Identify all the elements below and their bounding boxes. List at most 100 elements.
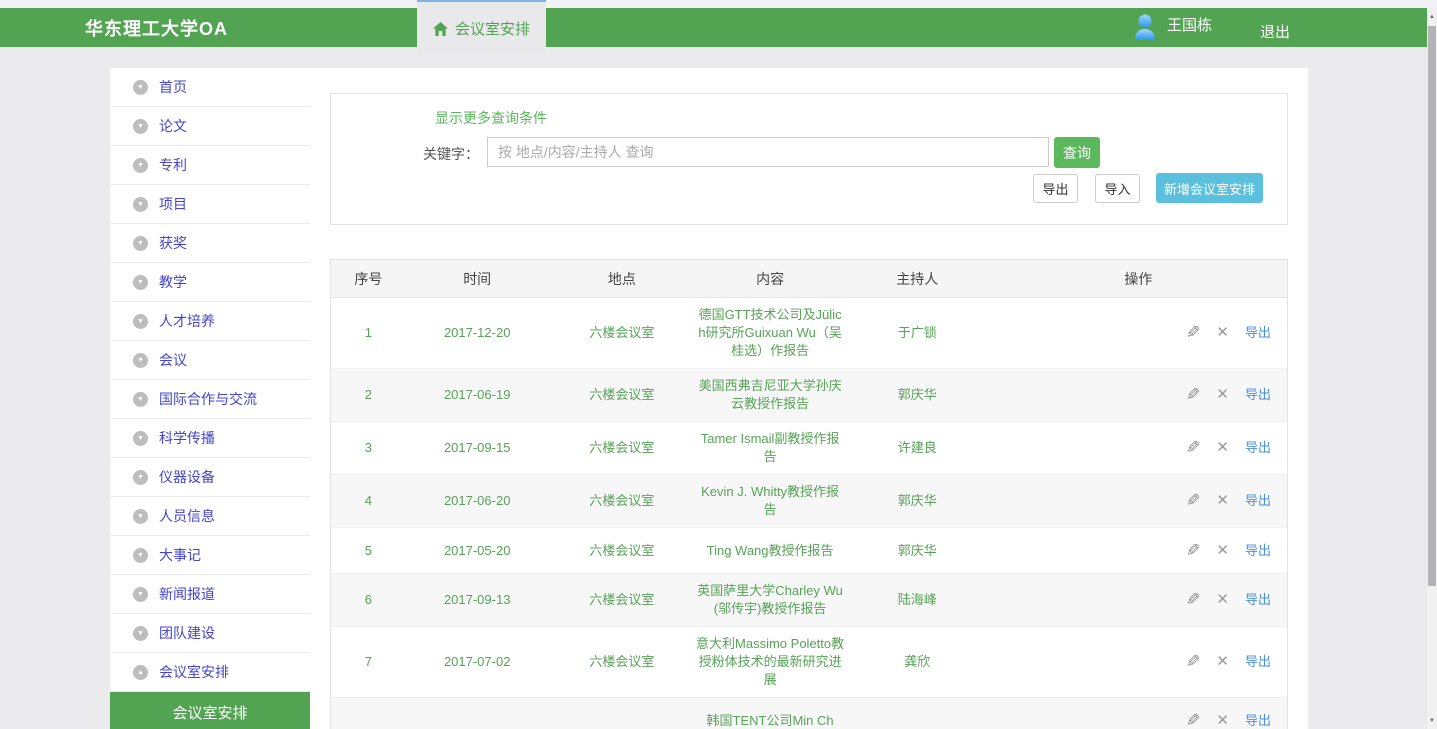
edit-pencil-icon[interactable]: ✎	[1186, 386, 1200, 404]
sidebar-item[interactable]: 专利	[110, 146, 310, 185]
delete-x-icon[interactable]: ✕	[1216, 591, 1229, 609]
scrollbar-down-arrow-icon[interactable]: ▼	[1427, 712, 1437, 729]
export-button[interactable]: 导出	[1033, 174, 1078, 203]
row-export-link[interactable]: 导出	[1245, 653, 1271, 671]
chevron-circle-icon	[133, 197, 148, 212]
delete-x-icon[interactable]: ✕	[1216, 439, 1229, 457]
sidebar-item[interactable]: 人才培养	[110, 302, 310, 341]
edit-pencil-icon[interactable]: ✎	[1186, 712, 1200, 729]
more-filters-link[interactable]: 显示更多查询条件	[435, 108, 547, 128]
tab-label: 会议室安排	[455, 18, 530, 39]
sidebar-active-submenu[interactable]: 会议室安排	[110, 692, 310, 729]
logout-link[interactable]: 退出	[1260, 21, 1290, 42]
row-export-link[interactable]: 导出	[1245, 386, 1271, 404]
search-button[interactable]: 查询	[1054, 137, 1100, 168]
row-location: 六楼会议室	[549, 369, 696, 421]
vertical-scrollbar[interactable]: ▲ ▼	[1427, 8, 1437, 729]
edit-pencil-icon[interactable]: ✎	[1186, 542, 1200, 560]
row-location: 六楼会议室	[549, 298, 696, 368]
row-export-link[interactable]: 导出	[1245, 542, 1271, 560]
row-num: 5	[331, 528, 406, 573]
sidebar-item-label: 首页	[159, 77, 187, 97]
row-export-link[interactable]: 导出	[1245, 712, 1271, 729]
delete-x-icon[interactable]: ✕	[1216, 542, 1229, 560]
sidebar-item[interactable]: 首页	[110, 68, 310, 107]
row-actions: ✎ ✕ 导出	[990, 698, 1287, 729]
row-host: 郭庆华	[845, 369, 990, 421]
row-actions: ✎ ✕ 导出	[990, 574, 1287, 626]
edit-pencil-icon[interactable]: ✎	[1186, 439, 1200, 457]
row-time: 2017-07-02	[406, 627, 549, 697]
keyword-label: 关键字：	[389, 144, 479, 164]
sidebar-item-label: 会议	[159, 350, 187, 370]
sidebar-item[interactable]: 国际合作与交流	[110, 380, 310, 419]
row-export-link[interactable]: 导出	[1245, 492, 1271, 510]
user-avatar-icon[interactable]	[1132, 13, 1158, 40]
row-export-link[interactable]: 导出	[1245, 439, 1271, 457]
sidebar-item-label: 专利	[159, 155, 187, 175]
scrollbar-thumb[interactable]	[1428, 26, 1436, 586]
sidebar-item[interactable]: 大事记	[110, 536, 310, 575]
import-button[interactable]: 导入	[1095, 174, 1140, 203]
sidebar-item-label: 人员信息	[159, 506, 215, 526]
user-name: 王国栋	[1167, 14, 1212, 35]
tab-meeting-room-schedule[interactable]: 会议室安排	[417, 0, 546, 55]
row-host: 于广锁	[845, 298, 990, 368]
row-actions: ✎ ✕ 导出	[990, 627, 1287, 697]
delete-x-icon[interactable]: ✕	[1216, 386, 1229, 404]
row-content: 意大利Massimo Poletto教授粉体技术的最新研究进展	[695, 627, 845, 697]
col-header-content: 内容	[695, 260, 845, 297]
meetings-table: 序号 时间 地点 内容 主持人 操作 1 2017-12-20 六楼会议室 德国…	[330, 259, 1288, 729]
delete-x-icon[interactable]: ✕	[1216, 324, 1229, 342]
sidebar-item[interactable]: 新闻报道	[110, 575, 310, 614]
row-host: 郭庆华	[845, 528, 990, 573]
edit-pencil-icon[interactable]: ✎	[1186, 324, 1200, 342]
delete-x-icon[interactable]: ✕	[1216, 653, 1229, 671]
row-export-link[interactable]: 导出	[1245, 591, 1271, 609]
sidebar-item-label: 国际合作与交流	[159, 389, 257, 409]
delete-x-icon[interactable]: ✕	[1216, 492, 1229, 510]
table-row: 7 2017-07-02 六楼会议室 意大利Massimo Poletto教授粉…	[331, 627, 1287, 698]
scrollbar-up-arrow-icon[interactable]: ▲	[1427, 8, 1437, 25]
sidebar-item[interactable]: 团队建设	[110, 614, 310, 653]
sidebar-item-label: 仪器设备	[159, 467, 215, 487]
sidebar-item[interactable]: 科学传播	[110, 419, 310, 458]
chevron-circle-icon	[133, 509, 148, 524]
delete-x-icon[interactable]: ✕	[1216, 712, 1229, 729]
row-num: 3	[331, 422, 406, 474]
row-location: 六楼会议室	[549, 627, 696, 697]
table-row: 5 2017-05-20 六楼会议室 Ting Wang教授作报告 郭庆华 ✎ …	[331, 528, 1287, 574]
sidebar-item[interactable]: 教学	[110, 263, 310, 302]
row-time	[406, 698, 549, 729]
row-export-link[interactable]: 导出	[1245, 324, 1271, 342]
row-num: 7	[331, 627, 406, 697]
sidebar-item[interactable]: 获奖	[110, 224, 310, 263]
edit-pencil-icon[interactable]: ✎	[1186, 492, 1200, 510]
sidebar-item[interactable]: 人员信息	[110, 497, 310, 536]
keyword-input[interactable]	[487, 137, 1049, 167]
home-icon	[433, 22, 448, 36]
row-host: 陆海峰	[845, 574, 990, 626]
edit-pencil-icon[interactable]: ✎	[1186, 591, 1200, 609]
row-time: 2017-06-20	[406, 475, 549, 527]
chevron-circle-icon	[133, 236, 148, 251]
row-actions: ✎ ✕ 导出	[990, 369, 1287, 421]
row-content: 韩国TENT公司Min Ch	[695, 698, 845, 729]
sidebar-item[interactable]: 会议	[110, 341, 310, 380]
row-content: 英国萨里大学Charley Wu(邬传宇)教授作报告	[695, 574, 845, 626]
edit-pencil-icon[interactable]: ✎	[1186, 653, 1200, 671]
sidebar-item-label: 科学传播	[159, 428, 215, 448]
sidebar-item[interactable]: 仪器设备	[110, 458, 310, 497]
sidebar-item[interactable]: 项目	[110, 185, 310, 224]
row-actions: ✎ ✕ 导出	[990, 422, 1287, 474]
chevron-circle-icon	[133, 353, 148, 368]
sidebar-item[interactable]: 会议室安排	[110, 653, 310, 692]
add-meeting-button[interactable]: 新增会议室安排	[1156, 173, 1263, 203]
chevron-circle-icon	[133, 158, 148, 173]
sidebar-item-label: 新闻报道	[159, 584, 215, 604]
sidebar-item[interactable]: 论文	[110, 107, 310, 146]
row-content: Kevin J. Whitty教授作报告	[695, 475, 845, 527]
row-location: 六楼会议室	[549, 475, 696, 527]
row-time: 2017-09-15	[406, 422, 549, 474]
row-content: 德国GTT技术公司及Jülich研究所Guixuan Wu（吴桂选）作报告	[695, 298, 845, 368]
